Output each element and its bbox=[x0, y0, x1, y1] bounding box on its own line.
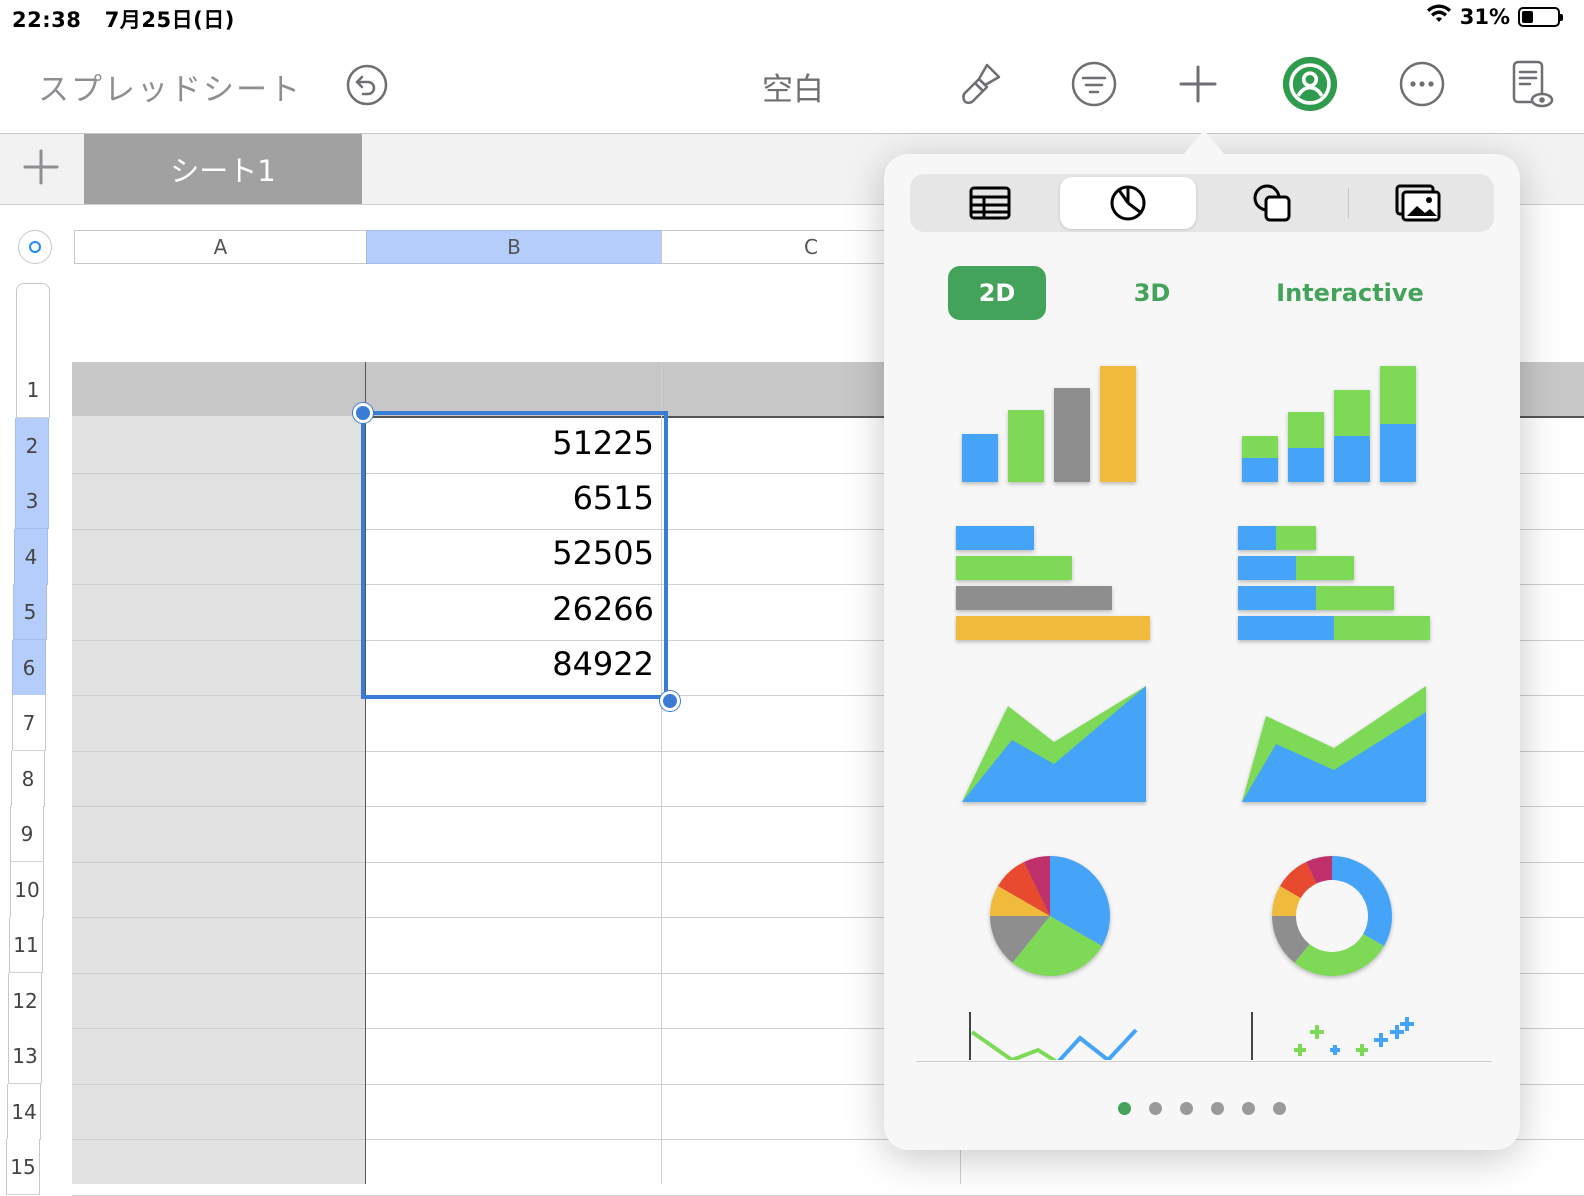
filter-icon[interactable] bbox=[1066, 56, 1122, 112]
undo-icon[interactable] bbox=[346, 64, 388, 106]
row-header[interactable]: 7 bbox=[12, 695, 46, 751]
document-title: 空白 bbox=[762, 72, 824, 108]
chart-icon[interactable] bbox=[1060, 177, 1196, 229]
reading-view-icon[interactable] bbox=[1502, 56, 1558, 112]
toolbar: スプレッドシート 空白 bbox=[0, 40, 1584, 132]
plus-icon bbox=[23, 149, 59, 189]
row-header[interactable]: 13 bbox=[8, 1028, 42, 1084]
paintbrush-icon[interactable] bbox=[954, 56, 1010, 112]
popover-separator bbox=[916, 1061, 1492, 1062]
select-circle-icon bbox=[29, 241, 41, 253]
page-dot[interactable] bbox=[1180, 1102, 1193, 1115]
page-indicator[interactable] bbox=[884, 1102, 1520, 1115]
collaborate-icon[interactable] bbox=[1282, 56, 1338, 112]
wifi-icon bbox=[1426, 4, 1452, 29]
column-header-a[interactable]: A bbox=[74, 230, 367, 264]
scatter-chart[interactable] bbox=[1250, 1010, 1430, 1060]
donut-chart[interactable] bbox=[1266, 850, 1398, 982]
selection-handle-end[interactable] bbox=[660, 691, 680, 711]
row-header[interactable]: 2 bbox=[15, 418, 49, 474]
row-header[interactable]: 14 bbox=[7, 1084, 41, 1140]
row-header[interactable]: 8 bbox=[11, 751, 45, 807]
row-header[interactable]: 15 bbox=[6, 1139, 40, 1195]
popover-arrow bbox=[1182, 130, 1226, 156]
battery-icon bbox=[1518, 6, 1563, 27]
page-dot[interactable] bbox=[1242, 1102, 1255, 1115]
row-header[interactable]: 9 bbox=[10, 806, 44, 862]
pie-chart[interactable] bbox=[984, 850, 1116, 982]
row-header[interactable]: 12 bbox=[8, 973, 42, 1029]
stacked-column-chart[interactable] bbox=[1236, 360, 1436, 490]
header-column[interactable] bbox=[72, 416, 365, 1184]
filter-3d[interactable]: 3D bbox=[1112, 266, 1192, 320]
page-dot[interactable] bbox=[1118, 1102, 1131, 1115]
status-bar: 22:38 7月25日(日) 31% bbox=[0, 0, 1584, 40]
row-header[interactable]: 4 bbox=[14, 529, 48, 585]
filter-2d[interactable]: 2D bbox=[948, 266, 1046, 320]
page-dot[interactable] bbox=[1273, 1102, 1286, 1115]
sheet-tab[interactable]: シート1 bbox=[84, 134, 362, 204]
battery-percent: 31% bbox=[1459, 4, 1510, 29]
shapes-icon[interactable] bbox=[1204, 177, 1340, 229]
table-icon[interactable] bbox=[922, 177, 1058, 229]
page-dot[interactable] bbox=[1211, 1102, 1224, 1115]
row-header-rail bbox=[16, 283, 50, 363]
row-header[interactable]: 1 bbox=[16, 362, 50, 418]
stacked-area-chart[interactable] bbox=[1236, 680, 1436, 810]
status-time: 22:38 7月25日(日) bbox=[12, 8, 235, 32]
stacked-bar-chart[interactable] bbox=[1236, 520, 1436, 650]
row-header[interactable]: 5 bbox=[13, 584, 47, 640]
more-icon[interactable] bbox=[1394, 56, 1450, 112]
line-chart[interactable] bbox=[968, 1010, 1148, 1060]
row-header[interactable]: 3 bbox=[15, 473, 49, 529]
selection-range[interactable] bbox=[361, 411, 668, 699]
plus-icon[interactable] bbox=[1170, 56, 1226, 112]
add-sheet-button[interactable] bbox=[0, 134, 82, 204]
segment-divider bbox=[1348, 188, 1349, 218]
area-chart[interactable] bbox=[954, 680, 1154, 810]
insert-type-segmented-control bbox=[910, 174, 1494, 232]
page-dot[interactable] bbox=[1149, 1102, 1162, 1115]
column-chart[interactable] bbox=[954, 360, 1154, 490]
select-all-button[interactable] bbox=[18, 230, 52, 264]
bar-chart[interactable] bbox=[954, 520, 1154, 650]
status-right: 31% bbox=[1426, 4, 1563, 29]
column-header-b[interactable]: B bbox=[366, 230, 662, 264]
filter-interactive[interactable]: Interactive bbox=[1276, 266, 1424, 320]
row-header[interactable]: 10 bbox=[10, 862, 44, 918]
row-header[interactable]: 11 bbox=[9, 917, 43, 973]
selection-handle-start[interactable] bbox=[353, 403, 373, 423]
row-header[interactable]: 6 bbox=[12, 640, 46, 696]
media-icon[interactable] bbox=[1350, 177, 1486, 229]
insert-chart-popover: 2D 3D Interactive bbox=[884, 154, 1520, 1150]
back-button[interactable]: スプレッドシート bbox=[38, 64, 302, 109]
